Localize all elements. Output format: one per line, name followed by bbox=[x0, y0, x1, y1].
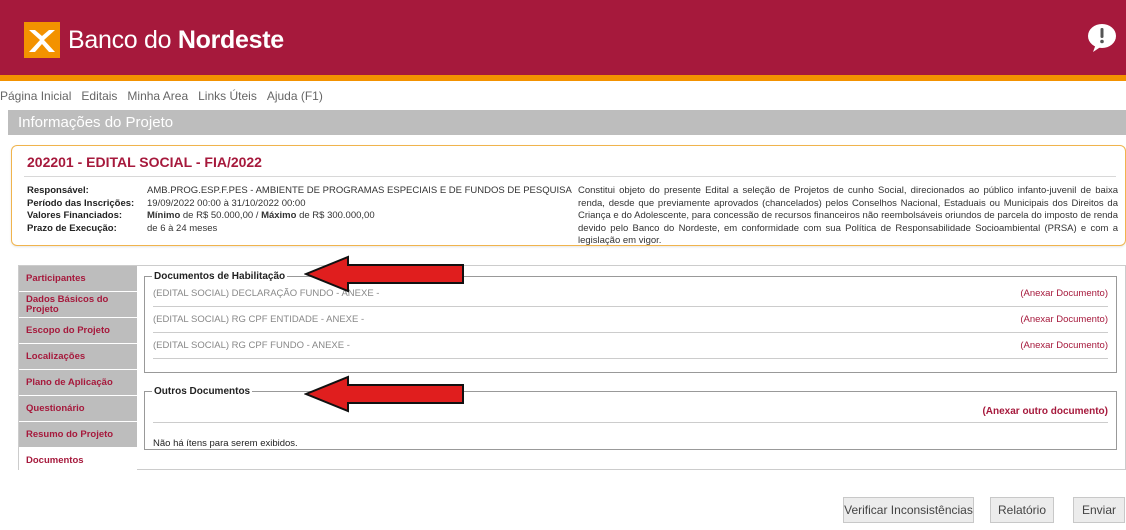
prazo-value: de 6 à 24 meses bbox=[147, 222, 218, 234]
project-content-panel: Participantes Dados Básicos do Projeto E… bbox=[18, 265, 1126, 474]
attach-other-document-link[interactable]: (Anexar outro documento) bbox=[982, 406, 1108, 417]
menu-item-links-uteis[interactable]: Links Úteis bbox=[198, 86, 257, 106]
main-menu: Página Inicial Editais Minha Area Links … bbox=[0, 86, 333, 106]
enviar-button[interactable]: Enviar bbox=[1073, 497, 1125, 523]
relatorio-button[interactable]: Relatório bbox=[990, 497, 1054, 523]
site-header: Banco do Nordeste bbox=[0, 0, 1126, 80]
header-accent-stripe bbox=[0, 75, 1126, 81]
document-row: (EDITAL SOCIAL) DECLARAÇÃO FUNDO - ANEXE… bbox=[153, 281, 1108, 307]
divider bbox=[24, 176, 1116, 177]
bank-logo-icon bbox=[24, 22, 60, 58]
project-description: Constitui objeto do presente Edital a se… bbox=[578, 185, 1118, 246]
project-info-card: 202201 - EDITAL SOCIAL - FIA/2022 Respon… bbox=[11, 145, 1126, 246]
tab-documentos[interactable]: Documentos bbox=[19, 448, 137, 474]
tab-plano-aplicacao[interactable]: Plano de Aplicação bbox=[19, 370, 137, 396]
responsavel-label: Responsável: bbox=[27, 185, 89, 196]
document-row: (EDITAL SOCIAL) RG CPF FUNDO - ANEXE - (… bbox=[153, 333, 1108, 359]
attach-document-link[interactable]: (Anexar Documento) bbox=[1020, 314, 1108, 325]
outros-legend: Outros Documentos bbox=[152, 385, 253, 398]
tab-resumo[interactable]: Resumo do Projeto bbox=[19, 422, 137, 448]
menu-item-editais[interactable]: Editais bbox=[81, 86, 117, 106]
project-title: 202201 - EDITAL SOCIAL - FIA/2022 bbox=[27, 154, 262, 170]
attach-document-link[interactable]: (Anexar Documento) bbox=[1020, 288, 1108, 299]
tab-questionario[interactable]: Questionário bbox=[19, 396, 137, 422]
habilitacao-fieldset: Documentos de Habilitação (EDITAL SOCIAL… bbox=[144, 270, 1117, 373]
valores-label: Valores Financiados: bbox=[27, 210, 123, 221]
empty-message: Não há ítens para serem exibidos. bbox=[153, 438, 298, 449]
tab-participantes[interactable]: Participantes bbox=[19, 266, 137, 292]
menu-item-minha-area[interactable]: Minha Area bbox=[127, 86, 188, 106]
periodo-label: Período das Inscrições: bbox=[27, 197, 135, 209]
prazo-label: Prazo de Execução: bbox=[27, 222, 117, 234]
responsavel-value: AMB.PROG.ESP.F.PES - AMBIENTE DE PROGRAM… bbox=[147, 185, 572, 196]
document-name: (EDITAL SOCIAL) RG CPF ENTIDADE - ANEXE … bbox=[153, 314, 365, 325]
annotation-arrow-icon bbox=[304, 255, 464, 293]
project-details: Responsável: AMB.PROG.ESP.F.PES - AMBIEN… bbox=[27, 185, 572, 235]
vertical-tabs: Participantes Dados Básicos do Projeto E… bbox=[19, 266, 137, 474]
bank-name: Banco do Nordeste bbox=[68, 25, 284, 54]
periodo-value: 19/09/2022 00:00 à 31/10/2022 00:00 bbox=[147, 197, 306, 209]
menu-item-pagina-inicial[interactable]: Página Inicial bbox=[0, 86, 71, 106]
speech-bubble-exclamation-icon[interactable] bbox=[1086, 22, 1118, 54]
valores-value: Mínimo de R$ 50.000,00 / Máximo de R$ 30… bbox=[147, 210, 375, 221]
outros-fieldset: Outros Documentos (Anexar outro document… bbox=[144, 385, 1117, 450]
document-name: (EDITAL SOCIAL) RG CPF FUNDO - ANEXE - bbox=[153, 340, 350, 351]
attach-document-link[interactable]: (Anexar Documento) bbox=[1020, 340, 1108, 351]
verificar-inconsistencias-button[interactable]: Verificar Inconsistências bbox=[843, 497, 974, 523]
tab-localizacoes[interactable]: Localizações bbox=[19, 344, 137, 370]
document-row: (EDITAL SOCIAL) RG CPF ENTIDADE - ANEXE … bbox=[153, 307, 1108, 333]
menu-item-ajuda[interactable]: Ajuda (F1) bbox=[267, 86, 323, 106]
bank-logo[interactable]: Banco do Nordeste bbox=[24, 20, 284, 60]
tab-dados-basicos[interactable]: Dados Básicos do Projeto bbox=[19, 292, 137, 318]
divider bbox=[153, 422, 1108, 423]
annotation-arrow-icon bbox=[304, 375, 464, 413]
tab-escopo[interactable]: Escopo do Projeto bbox=[19, 318, 137, 344]
page-title: Informações do Projeto bbox=[8, 110, 1126, 135]
